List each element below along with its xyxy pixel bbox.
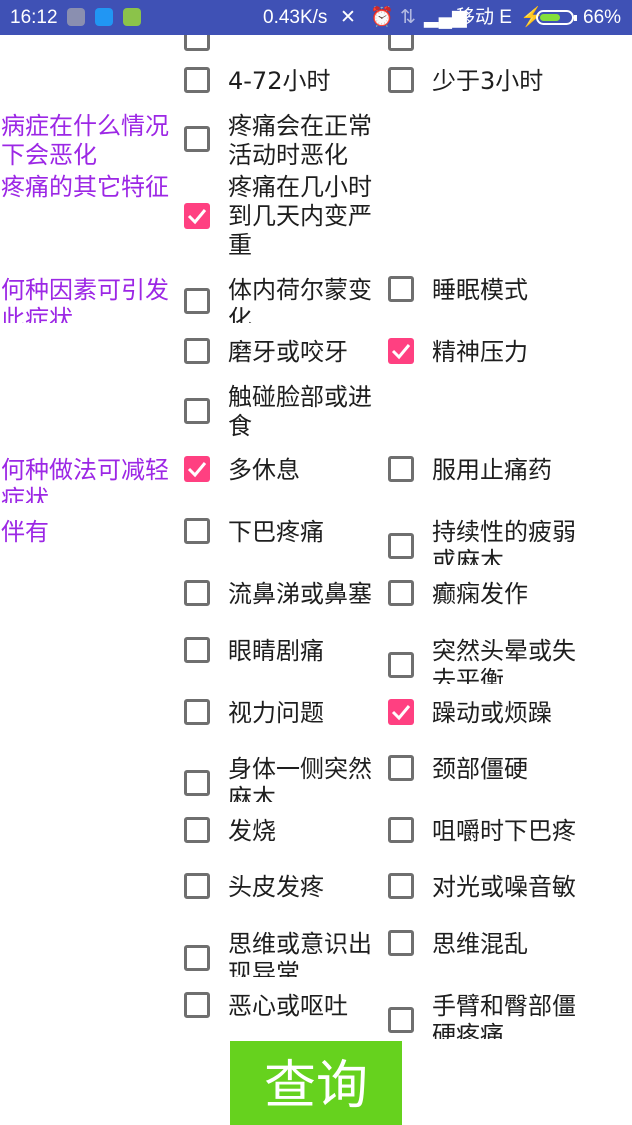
checkbox[interactable] xyxy=(184,126,210,152)
status-time: 16:12 xyxy=(10,7,58,28)
battery-percent: 66% xyxy=(583,7,622,28)
option-label: 精神压力 xyxy=(432,338,528,366)
battery-icon xyxy=(536,10,577,25)
mute-icon: ✕ xyxy=(340,7,356,28)
option-label: 少于3小时 xyxy=(432,67,544,95)
checkbox[interactable] xyxy=(184,817,210,843)
checkbox[interactable] xyxy=(388,930,414,956)
checkbox[interactable] xyxy=(184,945,210,971)
checkbox[interactable] xyxy=(184,699,210,725)
notification-app-icon xyxy=(67,8,85,26)
network-speed: 0.43K/s xyxy=(263,7,328,28)
option-label: 头皮发疼 xyxy=(228,873,324,901)
option-label: 流鼻涕或鼻塞 xyxy=(228,580,372,608)
label-relief: 何种做法可减轻症状 xyxy=(1,456,169,503)
option-label: 睡眠模式 xyxy=(432,276,528,304)
label-accompanied: 伴有 xyxy=(1,518,49,546)
carrier-label: 移动 E xyxy=(456,7,512,28)
option-label: 发烧 xyxy=(228,817,276,845)
form-scroll-area[interactable]: 病症在什么情况下会恶化 疼痛的其它特征 何种因素可引发此症状 何种做法可减轻症状… xyxy=(0,35,632,1125)
option-label: 疼痛在几小时到几天内变严重 xyxy=(228,173,372,259)
option-label: 持续性的疲弱或麻木 xyxy=(432,518,576,565)
option-label: 服用止痛药 xyxy=(432,456,552,484)
checkbox[interactable] xyxy=(184,992,210,1018)
label-triggers: 何种因素可引发此症状 xyxy=(1,276,169,323)
checkbox[interactable] xyxy=(388,67,414,93)
checkbox[interactable] xyxy=(388,35,414,51)
option-label: 颈部僵硬 xyxy=(432,755,528,783)
alarm-icon: ⏰ xyxy=(370,7,394,28)
checkbox[interactable] xyxy=(184,288,210,314)
option-label: 思维混乱 xyxy=(432,930,528,958)
label-worse-conditions: 病症在什么情况下会恶化 xyxy=(1,112,169,169)
option-label: 4-72小时 xyxy=(228,67,331,95)
option-label: 思维或意识出现异常 xyxy=(228,930,372,977)
checkbox[interactable] xyxy=(184,770,210,796)
option-label: 多休息 xyxy=(228,456,300,484)
option-label: 手臂和臀部僵硬疼痛 xyxy=(432,992,576,1039)
checkbox[interactable] xyxy=(184,398,210,424)
option-label: 癫痫发作 xyxy=(432,580,528,608)
checkbox[interactable] xyxy=(388,1007,414,1033)
option-label: 突然头晕或失去平衡 xyxy=(432,637,576,684)
query-button[interactable]: 查询 xyxy=(230,1041,402,1125)
option-label: 咀嚼时下巴疼痛 xyxy=(432,817,576,845)
android-app-icon xyxy=(123,8,141,26)
checkbox[interactable] xyxy=(388,699,414,725)
option-label: 下巴疼痛 xyxy=(228,518,324,546)
status-bar: 16:12 0.43K/s ✕ ⏰ ⇅ ▂▄▆ 移动 E ⚡ 66% xyxy=(0,0,632,35)
option-label: 恶心或呕吐 xyxy=(228,992,348,1020)
checkbox[interactable] xyxy=(388,652,414,678)
checkbox[interactable] xyxy=(184,67,210,93)
option-label: 身体一侧突然麻木 xyxy=(228,755,372,802)
checkbox[interactable] xyxy=(184,203,210,229)
label-other-features: 疼痛的其它特征 xyxy=(1,173,169,201)
checkbox[interactable] xyxy=(388,755,414,781)
checkbox[interactable] xyxy=(184,873,210,899)
checkbox[interactable] xyxy=(388,817,414,843)
checkbox[interactable] xyxy=(388,276,414,302)
option-label: 对光或噪音敏感 xyxy=(432,873,576,901)
option-label: 眼睛剧痛 xyxy=(228,637,324,665)
battery-fill xyxy=(540,14,560,21)
checkbox[interactable] xyxy=(184,35,210,51)
checkbox[interactable] xyxy=(388,533,414,559)
option-label: 疼痛会在正常活动时恶化 xyxy=(228,112,372,169)
checkbox[interactable] xyxy=(388,338,414,364)
drop-app-icon xyxy=(95,8,113,26)
checkbox[interactable] xyxy=(388,580,414,606)
option-label: 触碰脸部或进食 xyxy=(228,383,372,440)
checkbox[interactable] xyxy=(184,518,210,544)
option-label: 躁动或烦躁 xyxy=(432,699,552,727)
checkbox[interactable] xyxy=(184,637,210,663)
checkbox[interactable] xyxy=(184,456,210,482)
option-label: 视力问题 xyxy=(228,699,324,727)
option-label: 磨牙或咬牙 xyxy=(228,338,348,366)
checkbox[interactable] xyxy=(184,580,210,606)
checkbox[interactable] xyxy=(388,456,414,482)
data-transfer-icon: ⇅ xyxy=(400,7,416,28)
option-label: 体内荷尔蒙变化 xyxy=(228,276,372,323)
checkbox[interactable] xyxy=(184,338,210,364)
checkbox[interactable] xyxy=(388,873,414,899)
